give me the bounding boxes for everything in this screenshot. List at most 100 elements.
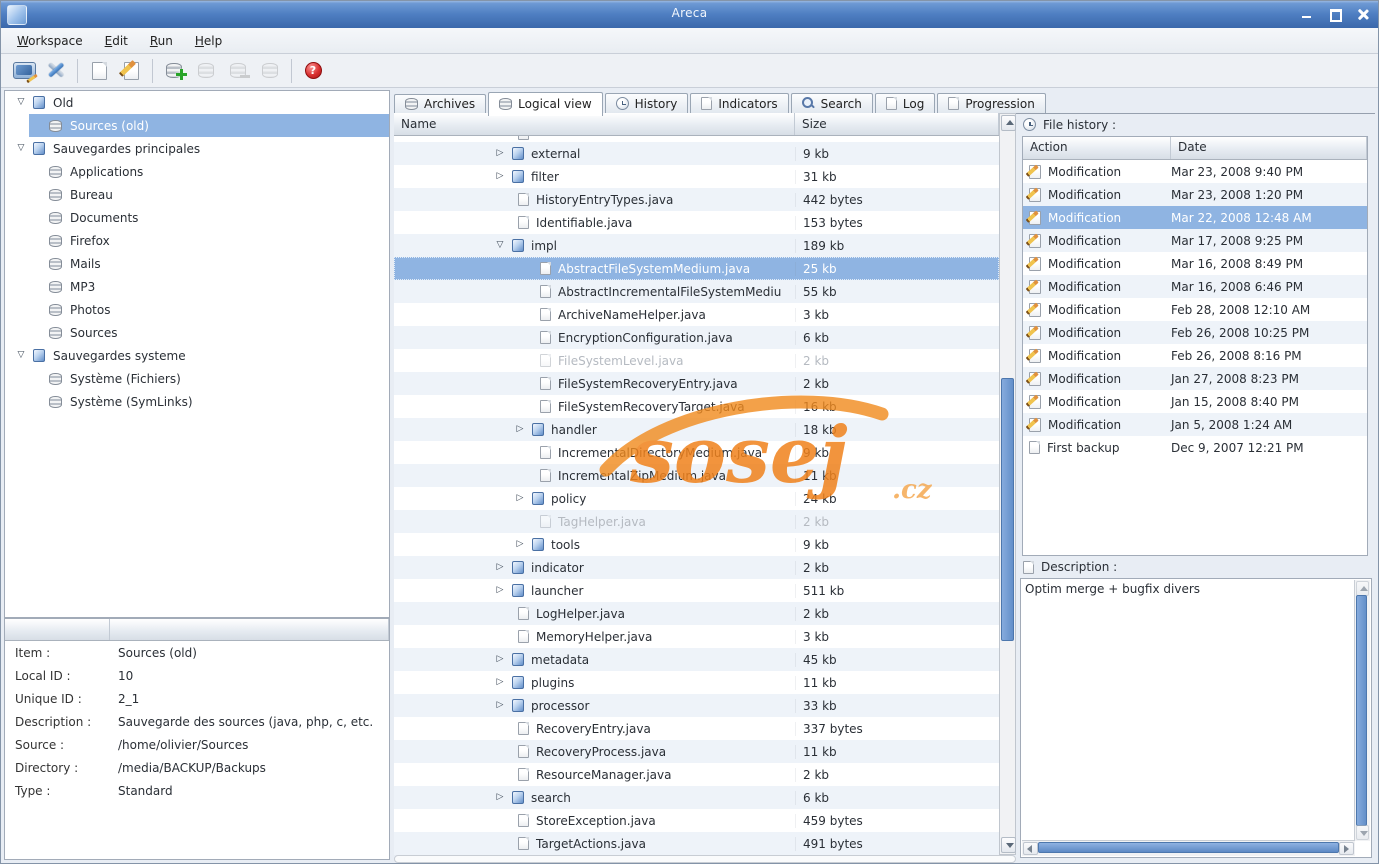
file-row-resourcemanager-java[interactable]: ResourceManager.java2 kb bbox=[394, 763, 999, 786]
file-row-incrementaldirectorymedium-java[interactable]: IncrementalDirectoryMedium.java9 kb bbox=[394, 441, 999, 464]
folder-row-impl[interactable]: ▽impl189 kb bbox=[394, 234, 999, 257]
preferences-tools-button[interactable] bbox=[40, 57, 72, 85]
maximize-button[interactable] bbox=[1329, 8, 1341, 20]
close-button[interactable] bbox=[1357, 8, 1369, 20]
folder-row-handler[interactable]: ▷handler18 kb bbox=[394, 418, 999, 441]
scroll-down-arrow[interactable] bbox=[1001, 837, 1016, 853]
folder-row-launcher[interactable]: ▷launcher511 kb bbox=[394, 579, 999, 602]
folder-row-filter[interactable]: ▷filter31 kb bbox=[394, 165, 999, 188]
tree-item-mp3[interactable]: MP3 bbox=[5, 275, 389, 298]
scrollbar-thumb[interactable] bbox=[1038, 842, 1339, 853]
file-row-memoryhelper-java[interactable]: MemoryHelper.java3 kb bbox=[394, 625, 999, 648]
tab-progression[interactable]: Progression bbox=[937, 93, 1046, 113]
minimize-button[interactable] bbox=[1301, 8, 1313, 20]
history-row[interactable]: ModificationJan 15, 2008 8:40 PM bbox=[1023, 390, 1367, 413]
tab-history[interactable]: History bbox=[605, 93, 689, 113]
scroll-right-arrow[interactable] bbox=[1339, 842, 1354, 855]
scroll-up-arrow[interactable] bbox=[1356, 581, 1369, 596]
tree-collapsed-arrow-icon[interactable]: ▷ bbox=[494, 172, 506, 181]
menu-run[interactable]: Run bbox=[139, 31, 184, 51]
file-row-filesystemrecoveryentry-java[interactable]: FileSystemRecoveryEntry.java2 kb bbox=[394, 372, 999, 395]
file-row-loghelper-java[interactable]: LogHelper.java2 kb bbox=[394, 602, 999, 625]
file-row-historyentrytypes-java[interactable]: HistoryEntryTypes.java442 bytes bbox=[394, 188, 999, 211]
file-row-incrementalzipmedium-java[interactable]: IncrementalZipMedium.java11 kb bbox=[394, 464, 999, 487]
tree-item-photos[interactable]: Photos bbox=[5, 298, 389, 321]
edit-target-button[interactable] bbox=[115, 57, 147, 85]
history-row[interactable]: ModificationMar 16, 2008 8:49 PM bbox=[1023, 252, 1367, 275]
file-row-taghelper-java[interactable]: TagHelper.java2 kb bbox=[394, 510, 999, 533]
tab-archives[interactable]: Archives bbox=[394, 94, 486, 114]
folder-row-tools[interactable]: ▷tools9 kb bbox=[394, 533, 999, 556]
folder-row-plugins[interactable]: ▷plugins11 kb bbox=[394, 671, 999, 694]
scroll-up-arrow[interactable] bbox=[1001, 115, 1016, 131]
file-row-archivenamehelper-java[interactable]: ArchiveNameHelper.java3 kb bbox=[394, 303, 999, 326]
history-row[interactable]: ModificationMar 23, 2008 1:20 PM bbox=[1023, 183, 1367, 206]
history-row[interactable]: ModificationFeb 28, 2008 12:10 AM bbox=[1023, 298, 1367, 321]
tree-collapsed-arrow-icon[interactable]: ▷ bbox=[494, 701, 506, 710]
horizontal-scrollbar[interactable] bbox=[394, 855, 1016, 863]
folder-row-external[interactable]: ▷external9 kb bbox=[394, 142, 999, 165]
tree-item-sources-old[interactable]: Sources (old) bbox=[5, 114, 389, 137]
tree-item-firefox[interactable]: Firefox bbox=[5, 229, 389, 252]
column-header-size[interactable]: Size bbox=[795, 113, 999, 135]
tree-expanded-arrow-icon[interactable]: ▽ bbox=[15, 351, 27, 360]
backup-button[interactable] bbox=[158, 57, 190, 85]
menu-edit[interactable]: Edit bbox=[94, 31, 139, 51]
menu-help[interactable]: Help bbox=[184, 31, 233, 51]
file-row-abstractfilesystemmedium-java[interactable]: AbstractFileSystemMedium.java25 kb bbox=[394, 257, 999, 280]
file-row-abstractincrementalfilesystemmediu[interactable]: AbstractIncrementalFileSystemMediu55 kb bbox=[394, 280, 999, 303]
tree-collapsed-arrow-icon[interactable]: ▷ bbox=[514, 540, 526, 549]
folder-row-metadata[interactable]: ▷metadata45 kb bbox=[394, 648, 999, 671]
history-row[interactable]: ModificationFeb 26, 2008 10:25 PM bbox=[1023, 321, 1367, 344]
history-row[interactable]: ModificationMar 17, 2008 9:25 PM bbox=[1023, 229, 1367, 252]
menu-workspace[interactable]: Workspace bbox=[6, 31, 94, 51]
tree-collapsed-arrow-icon[interactable]: ▷ bbox=[494, 678, 506, 687]
scroll-down-arrow[interactable] bbox=[1356, 825, 1369, 840]
tree-item-old[interactable]: ▽Old bbox=[5, 91, 389, 114]
tree-item-sauvegardes-principales[interactable]: ▽Sauvegardes principales bbox=[5, 137, 389, 160]
tree-collapsed-arrow-icon[interactable]: ▷ bbox=[494, 586, 506, 595]
column-header-date[interactable]: Date bbox=[1171, 137, 1367, 159]
tree-item-syst-me-symlinks[interactable]: Système (SymLinks) bbox=[5, 390, 389, 413]
tree-item-syst-me-fichiers[interactable]: Système (Fichiers) bbox=[5, 367, 389, 390]
history-row[interactable]: ModificationFeb 26, 2008 8:16 PM bbox=[1023, 344, 1367, 367]
tree-expanded-arrow-icon[interactable]: ▽ bbox=[15, 144, 27, 153]
tree-item-documents[interactable]: Documents bbox=[5, 206, 389, 229]
folder-row-search[interactable]: ▷search6 kb bbox=[394, 786, 999, 809]
history-row[interactable]: ModificationJan 27, 2008 8:23 PM bbox=[1023, 367, 1367, 390]
file-row-recoveryprocess-java[interactable]: RecoveryProcess.java11 kb bbox=[394, 740, 999, 763]
folder-row-processor[interactable]: ▷processor33 kb bbox=[394, 694, 999, 717]
file-row-storeexception-java[interactable]: StoreException.java459 bytes bbox=[394, 809, 999, 832]
tree-collapsed-arrow-icon[interactable]: ▷ bbox=[494, 793, 506, 802]
folder-row-indicator[interactable]: ▷indicator2 kb bbox=[394, 556, 999, 579]
tree-item-bureau[interactable]: Bureau bbox=[5, 183, 389, 206]
history-row[interactable]: ModificationJan 5, 2008 1:24 AM bbox=[1023, 413, 1367, 436]
file-row-recoveryentry-java[interactable]: RecoveryEntry.java337 bytes bbox=[394, 717, 999, 740]
column-header-name[interactable]: Name bbox=[394, 113, 795, 135]
open-workspace-button[interactable] bbox=[8, 57, 40, 85]
file-row-filesystemlevel-java[interactable]: FileSystemLevel.java2 kb bbox=[394, 349, 999, 372]
tree-collapsed-arrow-icon[interactable]: ▷ bbox=[514, 425, 526, 434]
tab-log[interactable]: Log bbox=[875, 93, 935, 113]
history-row[interactable]: First backupDec 9, 2007 12:21 PM bbox=[1023, 436, 1367, 459]
tab-search[interactable]: Search bbox=[791, 93, 873, 113]
folder-row-policy[interactable]: ▷policy24 kb bbox=[394, 487, 999, 510]
tree-collapsed-arrow-icon[interactable]: ▷ bbox=[514, 494, 526, 503]
tree-item-mails[interactable]: Mails bbox=[5, 252, 389, 275]
column-header-action[interactable]: Action bbox=[1023, 137, 1171, 159]
tree-collapsed-arrow-icon[interactable]: ▷ bbox=[494, 655, 506, 664]
tree-expanded-arrow-icon[interactable]: ▽ bbox=[15, 98, 27, 107]
tree-item-applications[interactable]: Applications bbox=[5, 160, 389, 183]
file-row-targetactions-java[interactable]: TargetActions.java491 bytes bbox=[394, 832, 999, 855]
help-button[interactable] bbox=[297, 57, 329, 85]
tree-item-sauvegardes-systeme[interactable]: ▽Sauvegardes systeme bbox=[5, 344, 389, 367]
file-row-encryptionconfiguration-java[interactable]: EncryptionConfiguration.java6 kb bbox=[394, 326, 999, 349]
scrollbar-thumb[interactable] bbox=[1356, 595, 1367, 826]
history-row[interactable]: ModificationMar 16, 2008 6:46 PM bbox=[1023, 275, 1367, 298]
history-row[interactable]: ModificationMar 23, 2008 9:40 PM bbox=[1023, 160, 1367, 183]
file-row-filesystemrecoverytarget-java[interactable]: FileSystemRecoveryTarget.java16 kb bbox=[394, 395, 999, 418]
new-target-button[interactable] bbox=[83, 57, 115, 85]
tree-expanded-arrow-icon[interactable]: ▽ bbox=[494, 241, 506, 250]
tree-collapsed-arrow-icon[interactable]: ▷ bbox=[494, 149, 506, 158]
tree-collapsed-arrow-icon[interactable]: ▷ bbox=[494, 563, 506, 572]
